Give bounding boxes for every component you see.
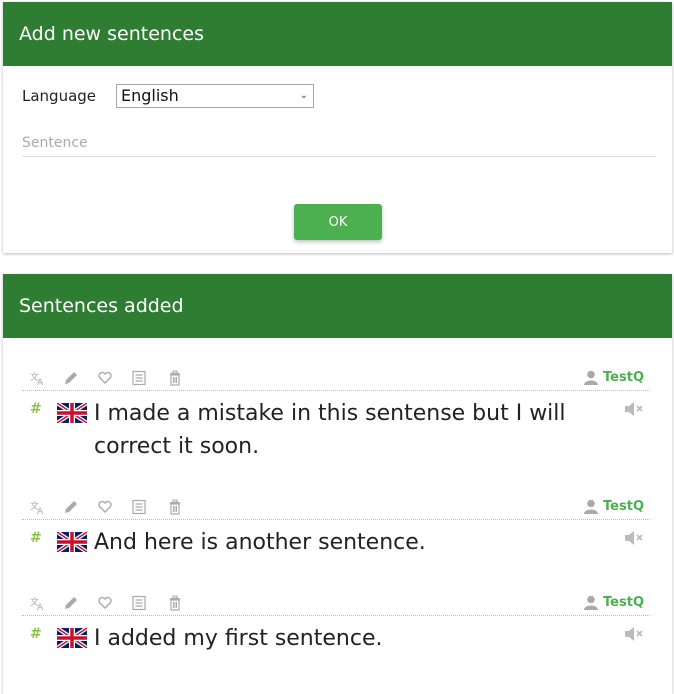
panel-title: Add new sentences (3, 2, 672, 66)
favorite-icon[interactable] (97, 595, 113, 611)
sentence-item: 文A TestQ # (22, 591, 650, 655)
edit-icon[interactable] (63, 499, 79, 515)
owner-name: TestQ (603, 595, 644, 610)
language-select[interactable]: English ⌄ (116, 84, 314, 108)
sentence-text: I made a mistake in this sentense but I … (94, 401, 566, 459)
uk-flag-icon (55, 401, 89, 425)
sentence-text: And here is another sentence. (94, 530, 426, 555)
translate-icon[interactable]: 文A (30, 595, 46, 613)
audio-unavailable-icon[interactable] (624, 530, 644, 546)
user-icon (584, 370, 599, 385)
owner-link[interactable]: TestQ (584, 499, 644, 514)
translate-icon[interactable]: 文A (30, 499, 46, 517)
language-row: Language English ⌄ (22, 84, 314, 108)
favorite-icon[interactable] (97, 499, 113, 515)
hash-icon[interactable]: # (30, 530, 42, 546)
sentence-toolbar: 文A TestQ (22, 495, 650, 520)
sentence-item: 文A TestQ # (22, 495, 650, 559)
delete-icon[interactable] (167, 595, 183, 611)
sentence-input[interactable] (22, 130, 656, 157)
edit-icon[interactable] (63, 370, 79, 386)
favorite-icon[interactable] (97, 370, 113, 386)
language-label: Language (22, 87, 97, 105)
ok-button[interactable]: OK (294, 204, 382, 240)
user-icon (584, 595, 599, 610)
svg-text:A: A (37, 603, 44, 611)
owner-link[interactable]: TestQ (584, 370, 644, 385)
user-icon (584, 499, 599, 514)
sentence-toolbar: 文A TestQ (22, 366, 650, 391)
delete-icon[interactable] (167, 370, 183, 386)
hash-icon[interactable]: # (30, 401, 42, 417)
sentence-body: # I made a mistake in this sentense but … (22, 391, 650, 463)
uk-flag-icon (55, 626, 89, 650)
sentence-item: 文A TestQ # (22, 366, 650, 463)
sentence-body: # And here is another sentence. (22, 520, 650, 559)
edit-icon[interactable] (63, 595, 79, 611)
audio-unavailable-icon[interactable] (624, 626, 644, 642)
svg-text:A: A (37, 507, 44, 515)
sentence-body: # I added my first sentence. (22, 616, 650, 655)
owner-name: TestQ (603, 370, 644, 385)
list-icon[interactable] (131, 499, 147, 515)
owner-link[interactable]: TestQ (584, 595, 644, 610)
delete-icon[interactable] (167, 499, 183, 515)
add-sentences-panel: Add new sentences Language English ⌄ OK (3, 2, 672, 253)
hash-icon[interactable]: # (30, 626, 42, 642)
translate-icon[interactable]: 文A (30, 370, 46, 388)
svg-text:A: A (37, 378, 44, 386)
owner-name: TestQ (603, 499, 644, 514)
sentence-toolbar: 文A TestQ (22, 591, 650, 616)
uk-flag-icon (55, 530, 89, 554)
sentence-text: I added my first sentence. (94, 626, 383, 651)
list-icon[interactable] (131, 370, 147, 386)
panel-title: Sentences added (3, 274, 672, 338)
language-selected: English (121, 86, 179, 105)
list-icon[interactable] (131, 595, 147, 611)
chevron-down-icon: ⌄ (299, 90, 308, 101)
audio-unavailable-icon[interactable] (624, 401, 644, 417)
